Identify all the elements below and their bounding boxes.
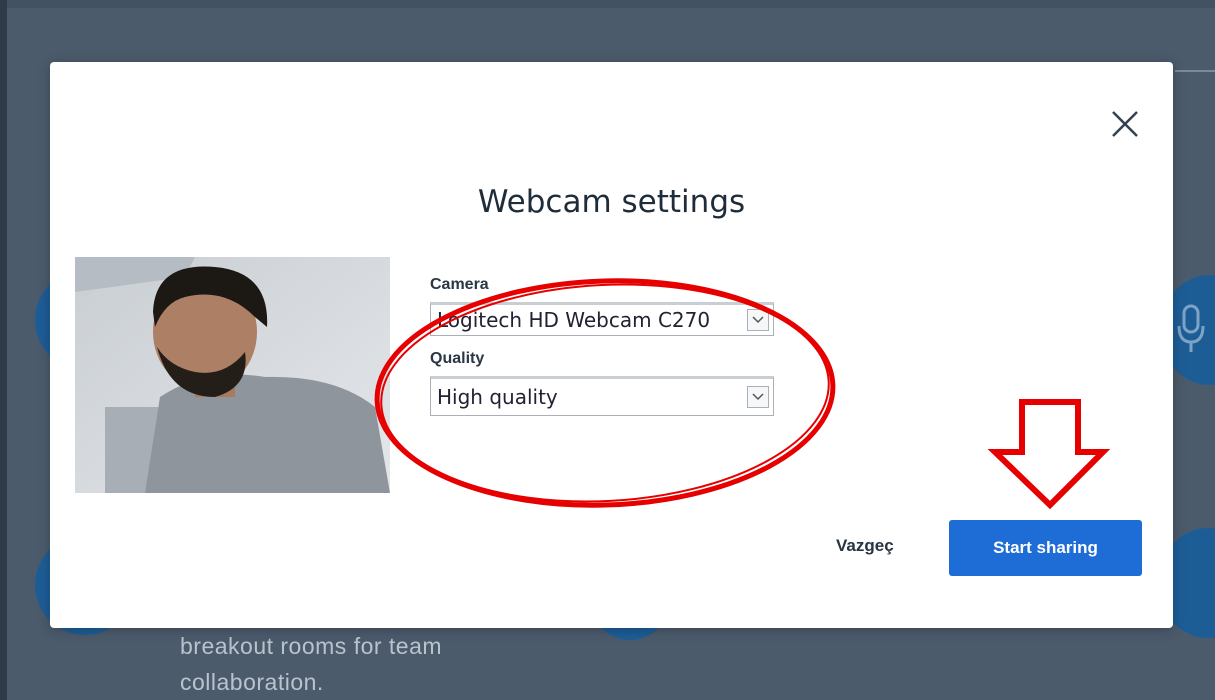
quality-select-value: High quality — [437, 385, 558, 409]
quality-select[interactable]: High quality — [430, 376, 774, 416]
cancel-button[interactable]: Vazgeç — [836, 536, 894, 556]
camera-select[interactable]: Logitech HD Webcam C270 — [430, 302, 774, 336]
background-caption-line: collaboration. — [180, 669, 324, 695]
start-sharing-button[interactable]: Start sharing — [949, 520, 1142, 576]
dialog-title: Webcam settings — [477, 184, 746, 220]
chevron-down-icon[interactable] — [747, 386, 769, 408]
background-top-strip — [0, 0, 1215, 8]
camera-select-value: Logitech HD Webcam C270 — [437, 308, 711, 332]
background-caption-line: breakout rooms for team — [180, 633, 443, 659]
background-divider — [1175, 70, 1215, 72]
close-button[interactable] — [1107, 106, 1143, 142]
webcam-settings-dialog: Webcam settings Camera Logitech HD Webca… — [50, 62, 1173, 628]
chevron-down-icon[interactable] — [747, 309, 769, 331]
close-icon — [1112, 111, 1138, 137]
quality-label: Quality — [430, 350, 485, 367]
background-left-edge — [0, 0, 7, 700]
camera-label: Camera — [430, 276, 489, 293]
webcam-preview — [75, 257, 390, 493]
microphone-icon — [1177, 304, 1205, 352]
background-caption: breakout rooms for team collaboration. — [180, 628, 600, 700]
webcam-preview-image — [75, 257, 390, 493]
webcam-settings-form: Camera Logitech HD Webcam C270 Quality H… — [430, 276, 774, 416]
